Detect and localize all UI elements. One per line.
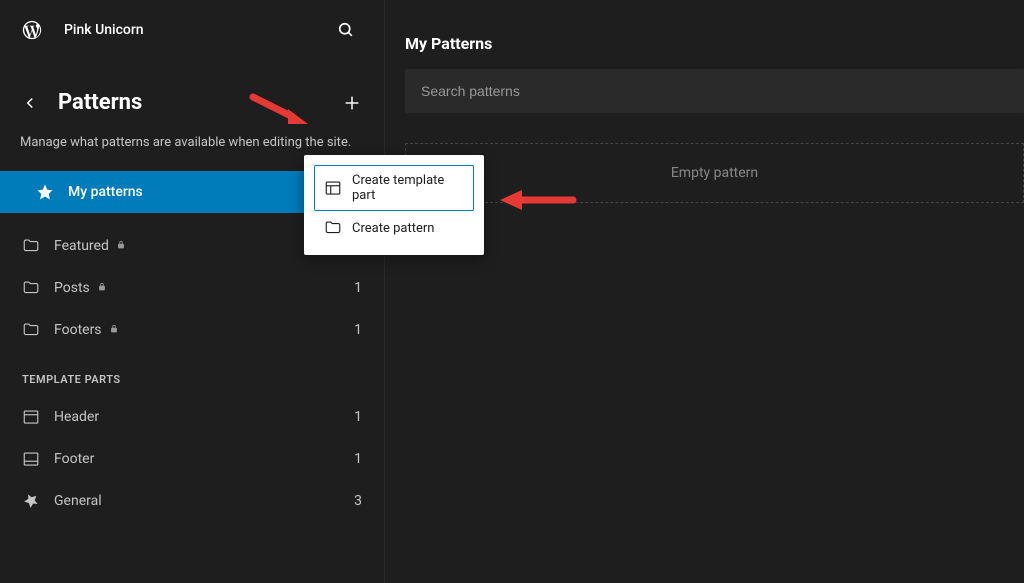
lock-icon <box>109 322 119 338</box>
sidebar-item-count: 1 <box>354 451 362 467</box>
folder-icon <box>22 237 40 255</box>
empty-pattern-placeholder[interactable]: Empty pattern <box>405 143 1024 203</box>
folder-icon <box>22 321 40 339</box>
sidebar-item-label: Header <box>54 409 340 425</box>
sidebar-item-label: My patterns <box>68 184 340 200</box>
create-popover: Create template part Create pattern <box>304 155 484 255</box>
star-icon <box>36 183 54 201</box>
empty-label: Empty pattern <box>671 165 758 181</box>
back-button[interactable] <box>20 93 40 113</box>
wordpress-logo-icon[interactable] <box>20 18 44 42</box>
sidebar-item-label: Posts <box>54 280 340 296</box>
popover-create-pattern[interactable]: Create pattern <box>314 211 474 245</box>
sidebar-item-general[interactable]: General 3 <box>0 480 384 522</box>
template-part-icon <box>324 179 342 197</box>
sidebar-item-count: 1 <box>354 409 362 425</box>
site-name[interactable]: Pink Unicorn <box>64 22 308 38</box>
annotation-arrow-icon <box>500 188 578 212</box>
sidebar-item-count: 1 <box>354 322 362 338</box>
add-button[interactable] <box>340 91 364 115</box>
general-icon <box>22 492 40 510</box>
header-icon <box>22 408 40 426</box>
search-wrap <box>385 69 1024 113</box>
annotation-arrow-icon <box>248 89 308 127</box>
popover-create-template-part[interactable]: Create template part <box>314 165 474 211</box>
sidebar-item-posts[interactable]: Posts 1 <box>0 267 384 309</box>
popover-item-label: Create template part <box>352 173 464 203</box>
sidebar-item-label: Featured <box>54 238 340 254</box>
footer-icon <box>22 450 40 468</box>
sidebar-item-header[interactable]: Header 1 <box>0 396 384 438</box>
search-input[interactable] <box>405 69 1024 113</box>
folder-icon <box>324 219 342 237</box>
sidebar: Pink Unicorn Patterns Manage what patter… <box>0 0 385 583</box>
sidebar-item-label: Footers <box>54 322 340 338</box>
lock-icon <box>97 280 107 296</box>
popover-item-label: Create pattern <box>352 221 434 236</box>
top-bar: Pink Unicorn <box>0 0 384 60</box>
lock-icon <box>116 238 126 254</box>
search-icon[interactable] <box>328 12 364 48</box>
main-title: My Patterns <box>385 0 1024 69</box>
sidebar-item-footers[interactable]: Footers 1 <box>0 309 384 351</box>
folder-icon <box>22 279 40 297</box>
sidebar-item-footer[interactable]: Footer 1 <box>0 438 384 480</box>
sidebar-item-label: General <box>54 493 340 509</box>
patterns-header: Patterns <box>0 60 384 127</box>
main-content: My Patterns Empty pattern <box>385 0 1024 583</box>
sidebar-item-count: 1 <box>354 280 362 296</box>
sidebar-item-count: 3 <box>354 493 362 509</box>
template-parts-header: TEMPLATE PARTS <box>0 351 384 396</box>
sidebar-item-label: Footer <box>54 451 340 467</box>
